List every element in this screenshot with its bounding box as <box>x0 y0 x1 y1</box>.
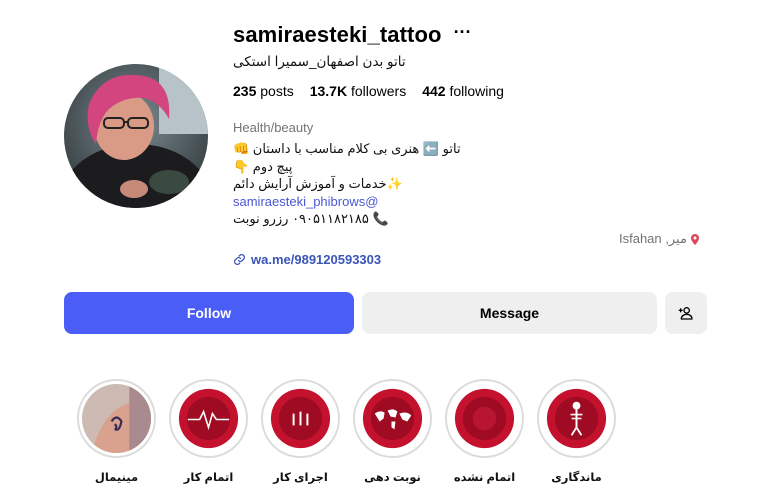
highlight-item[interactable]: ماندگاری <box>537 379 616 484</box>
highlight-ring <box>353 379 432 458</box>
profile-avatar[interactable] <box>64 64 208 208</box>
highlight-cover <box>266 384 335 453</box>
following-count: 442 <box>422 83 446 99</box>
highlight-item[interactable]: مینیمال <box>77 379 156 484</box>
followers-label: followers <box>350 83 407 99</box>
followers-count: 13.7K <box>309 83 348 99</box>
highlight-item[interactable]: اتمام کار <box>169 379 248 484</box>
bio: تاتو ⬅️ هنری بی کلام مناسب با داستان 👊 پ… <box>233 140 493 228</box>
username: samiraesteki_tattoo <box>233 22 442 47</box>
username-row: samiraesteki_tattoo ··· <box>233 20 472 50</box>
full-name: تاتو بدن اصفهان_سمیرا استکی <box>233 54 406 69</box>
red-flower-icon <box>450 384 519 453</box>
world-map-icon <box>358 384 427 453</box>
link-text: wa.me/989120593303 <box>251 252 382 267</box>
followers-stat[interactable]: 13.7K followers <box>310 83 407 99</box>
highlight-ring <box>169 379 248 458</box>
highlight-ring <box>261 379 340 458</box>
highlight-cover <box>542 384 611 453</box>
profile-stats: 235 posts 13.7K followers 442 following <box>233 83 504 99</box>
highlight-cover <box>174 384 243 453</box>
following-label: following <box>449 83 504 99</box>
highlight-label: نوبت دهی <box>364 472 421 484</box>
highlight-ring <box>77 379 156 458</box>
posts-label: posts <box>260 83 294 99</box>
tools-icon <box>266 384 335 453</box>
more-options-icon[interactable]: ··· <box>454 23 472 47</box>
highlight-cover <box>82 384 151 453</box>
posts-count: 235 <box>233 83 257 99</box>
bio-line: تاتو ⬅️ هنری بی کلام مناسب با داستان 👊 <box>233 141 461 156</box>
location[interactable]: Isfahan ,میر <box>619 231 699 247</box>
highlight-cover <box>358 384 427 453</box>
heartbeat-icon <box>174 384 243 453</box>
highlight-ring <box>445 379 524 458</box>
link-icon <box>234 254 245 265</box>
category-label: Health/beauty <box>233 120 314 135</box>
follow-button[interactable]: Follow <box>64 292 354 334</box>
highlight-item[interactable]: نوبت دهی <box>353 379 432 484</box>
external-link[interactable]: wa.me/989120593303 <box>233 252 381 267</box>
highlight-label: اتمام کار <box>183 472 234 484</box>
add-user-button[interactable] <box>665 292 707 334</box>
highlight-label: اتمام نشده <box>453 472 516 484</box>
profile-photo <box>64 64 208 208</box>
bio-line: ✨خدمات و آموزش آرایش دائم <box>233 176 403 191</box>
pin-icon <box>690 233 699 245</box>
highlight-item[interactable]: اتمام نشده <box>445 379 524 484</box>
bio-line: 📞 ۰۹۰۵۱۱۸۲۱۸۵ رزرو نوبت <box>233 211 389 226</box>
highlight-ring <box>537 379 616 458</box>
highlight-cover <box>450 384 519 453</box>
tattoo-photo-icon <box>82 384 151 453</box>
message-button[interactable]: Message <box>362 292 657 334</box>
highlight-item[interactable]: اجرای کار <box>261 379 340 484</box>
add-user-icon <box>678 307 693 320</box>
highlight-label: مینیمال <box>94 472 139 484</box>
highlight-label: اجرای کار <box>273 472 328 484</box>
bio-mention-link[interactable]: samiraesteki_phibrows@ <box>233 193 493 211</box>
story-highlights: مینیمال اتمام کار اجرای کار نوبت دهی اتم… <box>77 379 616 484</box>
location-text: Isfahan ,میر <box>619 231 687 246</box>
highlight-label: ماندگاری <box>551 472 602 484</box>
skeleton-icon <box>542 384 611 453</box>
following-stat[interactable]: 442 following <box>422 83 504 99</box>
posts-stat[interactable]: 235 posts <box>233 83 294 99</box>
bio-line: پیچ دوم 👇 <box>233 158 293 174</box>
